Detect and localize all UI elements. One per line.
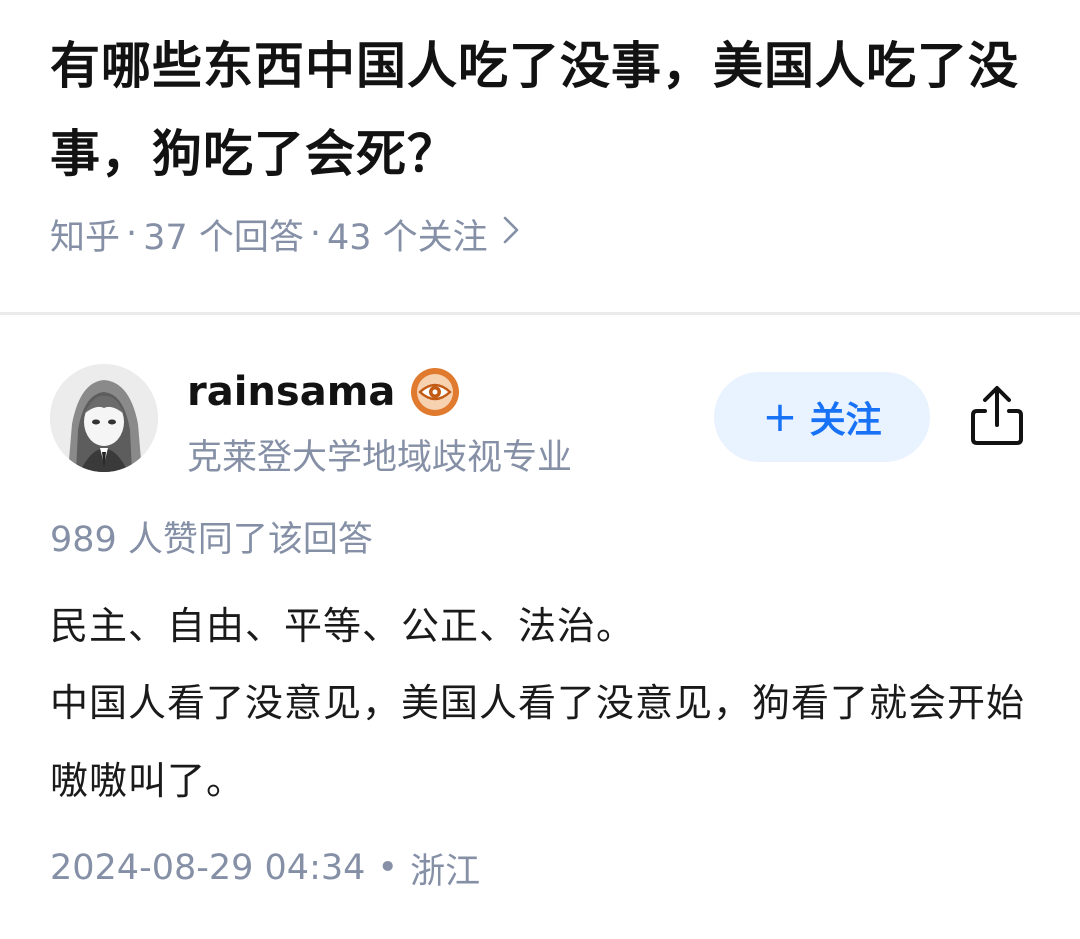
author-name-row[interactable]: rainsama [187, 364, 461, 420]
footer-dot: • [377, 848, 399, 888]
answer-count: 37 个回答 [143, 217, 304, 258]
question-title[interactable]: 有哪些东西中国人吃了没事，美国人吃了没事，狗吃了会死？ [50, 22, 1040, 198]
share-icon[interactable] [964, 380, 1030, 452]
answer-footer: 2024-08-29 04:34 • 浙江 [50, 842, 480, 894]
plus-icon: + [762, 392, 798, 441]
answer-paragraph: 民主、自由、平等、公正、法治。 [50, 604, 636, 648]
follow-button[interactable]: + 关注 [714, 372, 930, 462]
follow-label: 关注 [809, 400, 882, 441]
answer-location: 浙江 [410, 851, 481, 892]
section-divider [0, 312, 1080, 315]
chevron-right-icon[interactable] [502, 214, 520, 254]
meta-separator: · [126, 214, 138, 254]
answer-paragraph: 中国人看了没意见，美国人看了没意见，狗看了就会开始嗷嗷叫了。 [50, 681, 1026, 803]
vote-count: 989 人赞同了该回答 [50, 519, 373, 560]
question-meta[interactable]: 知乎 · 37 个回答 · 43 个关注 [50, 208, 520, 260]
author-name[interactable]: rainsama [187, 369, 395, 415]
follower-count: 43 个关注 [326, 217, 488, 258]
answer-content[interactable]: 民主、自由、平等、公正、法治。 中国人看了没意见，美国人看了没意见，狗看了就会开… [50, 598, 1040, 852]
avatar[interactable] [50, 364, 158, 472]
source-label: 知乎 [50, 217, 121, 258]
author-headline: 克莱登大学地域歧视专业 [187, 437, 573, 478]
eye-badge-icon [409, 366, 461, 418]
meta-separator: · [309, 214, 321, 254]
answer-date: 2024-08-29 04:34 [50, 848, 366, 888]
